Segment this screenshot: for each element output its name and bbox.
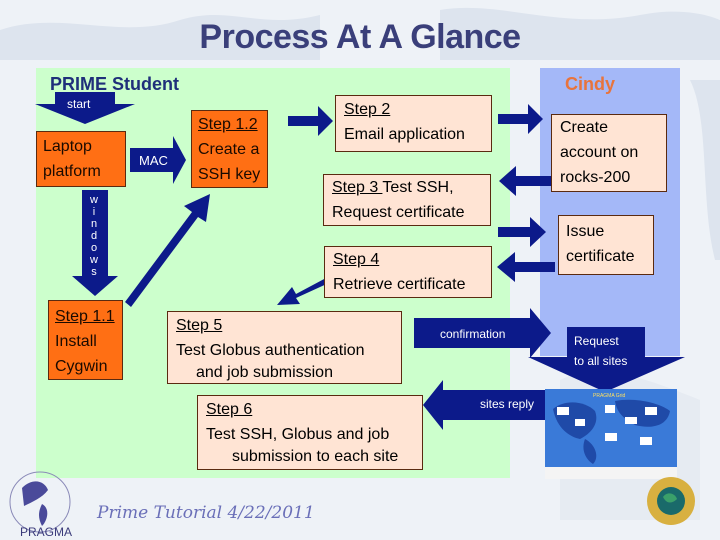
pragma-grid-map-image: PRAGMA Grid: [545, 389, 677, 479]
box-line: and job submission: [196, 364, 333, 381]
confirmation-label: confirmation: [440, 327, 506, 341]
box-line: Laptop: [43, 138, 92, 155]
box-line: Test SSH, Globus and job: [206, 426, 390, 443]
start-label: start: [67, 97, 91, 111]
step-2-box: Step 2 Email application: [335, 95, 492, 152]
map-title: PRAGMA Grid: [593, 393, 625, 399]
mac-label: MAC: [139, 153, 168, 168]
diagonal-arrow-up: [125, 194, 210, 307]
step-4-box: Step 4 Retrieve certificate: [324, 246, 492, 298]
step-label: Step 4: [333, 251, 380, 268]
step-3-box: Step 3 Test SSH, Request certificate: [323, 174, 491, 226]
box-line: Test Globus authentication: [176, 342, 365, 359]
windows-letter: w: [90, 194, 98, 206]
request-label-line2: to all sites: [574, 354, 628, 368]
account-to-step3-arrow: [499, 166, 551, 196]
step-label: Step 5: [176, 317, 223, 334]
logo-text: PRAGMA: [20, 525, 72, 539]
box-line: Create: [560, 119, 609, 136]
box-line: Cygwin: [55, 358, 108, 375]
step3-to-issue-arrow: [498, 217, 546, 247]
box-line: account on: [560, 144, 639, 161]
laptop-platform-box: Laptop platform: [36, 131, 126, 187]
step4-to-step5-arrow: [277, 278, 331, 305]
windows-letter: i: [92, 206, 96, 218]
box-line: rocks-200: [560, 169, 631, 186]
step-6-box: Step 6 Test SSH, Globus and job submissi…: [197, 395, 423, 470]
box-line: Test SSH,: [382, 179, 454, 196]
windows-letter: n: [90, 218, 98, 230]
step-label: Step 1.2: [198, 116, 258, 133]
box-line: Issue: [566, 223, 605, 240]
windows-letter: o: [90, 242, 98, 254]
windows-letter: d: [90, 230, 98, 242]
globe-emblem-icon: [647, 477, 695, 525]
box-line: Install: [55, 333, 97, 350]
box-line: SSH key: [198, 166, 261, 183]
box-line: certificate: [566, 248, 635, 265]
step-1-1-box: Step 1.1 Install Cygwin: [48, 300, 123, 380]
step-5-box: Step 5 Test Globus authentication and jo…: [167, 311, 402, 384]
pragma-logo-icon: PRAGMA: [9, 471, 72, 539]
step-1-2-box: Step 1.2 Create a SSH key: [191, 110, 268, 188]
step-label: Step 2: [344, 101, 391, 118]
box-line: submission to each site: [232, 448, 399, 465]
step2-to-account-arrow: [498, 104, 543, 134]
sites-reply-label: sites reply: [480, 397, 535, 411]
step12-to-step2-arrow: [288, 106, 333, 136]
windows-label: w i n d o w s: [88, 194, 100, 278]
box-line: Request certificate: [332, 204, 465, 221]
create-account-box: Create account on rocks-200: [551, 114, 667, 192]
issue-to-step4-arrow: [497, 252, 555, 282]
box-line: Retrieve certificate: [333, 276, 466, 293]
request-label-line1: Request: [574, 334, 619, 348]
box-line: platform: [43, 163, 101, 180]
windows-letter: w: [90, 254, 98, 266]
box-line: Create a: [198, 141, 260, 158]
issue-certificate-box: Issue certificate: [558, 215, 654, 275]
windows-letter: s: [91, 266, 97, 278]
box-line: Email application: [344, 126, 465, 143]
step-label: Step 1.1: [55, 308, 115, 325]
step-label: Step 6: [206, 401, 253, 418]
footer-text: Prime Tutorial 4/22/2011: [97, 503, 315, 523]
step-label: Step 3: [332, 179, 383, 196]
